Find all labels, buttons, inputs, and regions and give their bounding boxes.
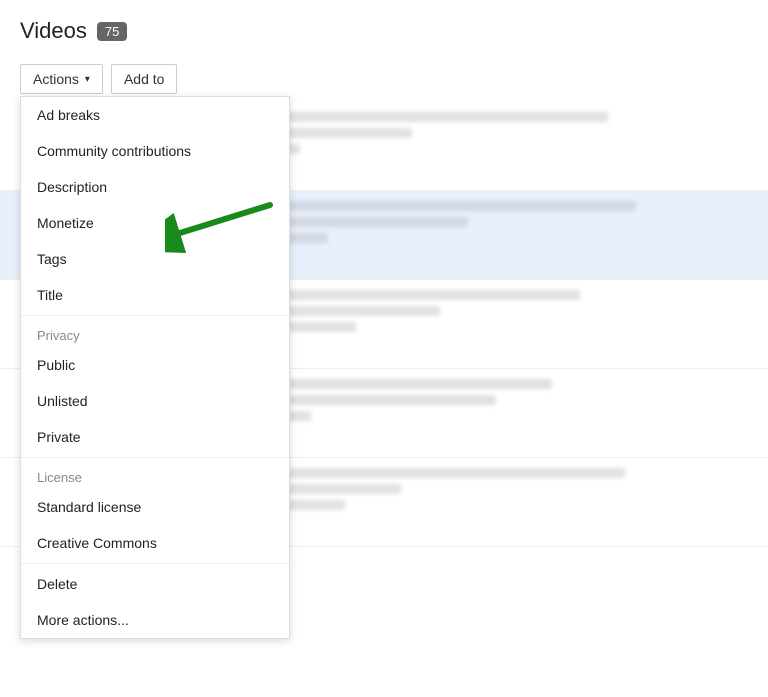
actions-label: Actions xyxy=(33,71,79,87)
add-to-button[interactable]: Add to xyxy=(111,64,177,94)
actions-button[interactable]: Actions ▾ xyxy=(20,64,103,94)
dropdown-item-more-actions[interactable]: More actions... xyxy=(21,602,289,638)
actions-dropdown-menu: Ad breaks Community contributions Descri… xyxy=(20,96,290,639)
toolbar: Actions ▾ Add to Ad breaks Community con… xyxy=(0,56,768,102)
privacy-section-label: Privacy xyxy=(21,318,289,347)
dropdown-item-standard-license[interactable]: Standard license xyxy=(21,489,289,525)
page: Videos 75 Actions ▾ Add to Ad breaks Com… xyxy=(0,0,768,697)
add-to-label: Add to xyxy=(124,71,164,87)
dropdown-item-unlisted[interactable]: Unlisted xyxy=(21,383,289,419)
dropdown-item-private[interactable]: Private xyxy=(21,419,289,455)
dropdown-caret-icon: ▾ xyxy=(85,74,90,85)
dropdown-item-tags[interactable]: Tags xyxy=(21,241,289,277)
dropdown-item-monetize[interactable]: Monetize xyxy=(21,205,289,241)
video-count-badge: 75 xyxy=(97,22,127,41)
dropdown-item-description[interactable]: Description xyxy=(21,169,289,205)
header: Videos 75 xyxy=(0,0,768,56)
divider-license xyxy=(21,457,289,458)
dropdown-item-delete[interactable]: Delete xyxy=(21,566,289,602)
dropdown-item-ad-breaks[interactable]: Ad breaks xyxy=(21,97,289,133)
page-title: Videos xyxy=(20,18,87,44)
divider-privacy xyxy=(21,315,289,316)
divider-delete xyxy=(21,563,289,564)
dropdown-item-title[interactable]: Title xyxy=(21,277,289,313)
dropdown-item-public[interactable]: Public xyxy=(21,347,289,383)
dropdown-item-community-contributions[interactable]: Community contributions xyxy=(21,133,289,169)
license-section-label: License xyxy=(21,460,289,489)
dropdown-item-creative-commons[interactable]: Creative Commons xyxy=(21,525,289,561)
